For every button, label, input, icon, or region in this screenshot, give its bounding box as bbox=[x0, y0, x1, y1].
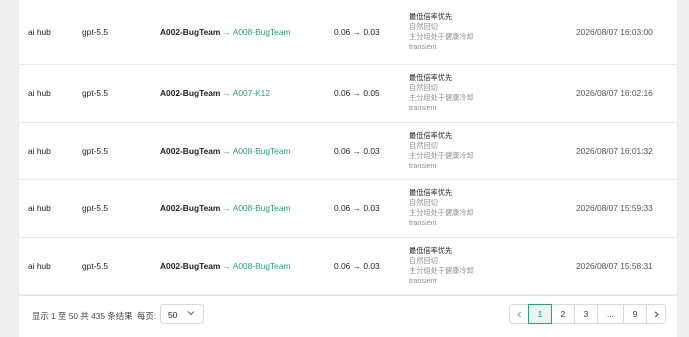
chevron-left-icon bbox=[516, 310, 521, 318]
provider-cell: ai hub bbox=[28, 27, 51, 37]
ratio-cell: 0.06 → 0.03 bbox=[334, 261, 380, 272]
table-row: ai hub gpt-5.5 A002-BugTeam → A008-BugTeam… bbox=[19, 0, 677, 65]
route-arrow: → bbox=[222, 27, 231, 37]
per-page-select[interactable]: 50 bbox=[160, 304, 204, 324]
reason-cell: 最低倍率优先 自然回切 主分组处于健康冷却 transient bbox=[409, 73, 474, 113]
reason-line: 自然回切 bbox=[409, 22, 438, 31]
route-from: A002-BugTeam bbox=[160, 27, 221, 37]
model-cell: gpt-5.5 bbox=[82, 261, 109, 272]
reason-line: transient bbox=[409, 103, 437, 113]
prev-page-button[interactable] bbox=[509, 304, 529, 324]
next-page-button[interactable] bbox=[646, 304, 666, 324]
route-to: A008-BugTeam bbox=[232, 145, 291, 156]
reason-line: 主分组处于健康冷却 bbox=[409, 93, 474, 103]
provider-cell: ai hub bbox=[28, 145, 51, 156]
page-button-2[interactable]: 2 bbox=[551, 304, 575, 324]
route-arrow: → bbox=[222, 145, 231, 156]
page-nav: 1 2 3 ... 9 bbox=[509, 304, 666, 324]
model-cell: gpt-5.5 bbox=[82, 27, 109, 37]
route-to: A008-BugTeam bbox=[232, 27, 291, 37]
route-cell: A002-BugTeam → A007-K12 bbox=[160, 88, 270, 98]
route-from: A002-BugTeam bbox=[160, 203, 221, 214]
route-from: A002-BugTeam bbox=[160, 88, 221, 99]
provider-cell: ai hub bbox=[28, 203, 51, 214]
ratio-cell: 0.06 → 0.03 bbox=[334, 27, 380, 37]
table-row: ai hub gpt-5.5 A002-BugTeam → A008-BugTeam… bbox=[19, 123, 677, 181]
reason-cell: 最低倍率优先 自然回切 主分组处于健康冷却 transient bbox=[409, 12, 474, 52]
provider-cell: ai hub bbox=[28, 261, 51, 272]
reason-line: 最低倍率优先 bbox=[409, 188, 453, 198]
ratio-cell: 0.06 → 0.05 bbox=[334, 88, 380, 99]
page-ellipsis: ... bbox=[597, 304, 624, 324]
chevron-right-icon bbox=[654, 310, 659, 318]
route-to: A008-BugTeam bbox=[232, 203, 291, 214]
route-to: A007-K12 bbox=[232, 88, 270, 99]
reason-line: 主分组处于健康冷却 bbox=[409, 32, 474, 41]
route-arrow: → bbox=[222, 261, 231, 272]
page-button-9[interactable]: 9 bbox=[623, 304, 647, 324]
reason-line: 最低倍率优先 bbox=[409, 246, 453, 256]
time-cell: 2026/08/07 16:01:32 bbox=[576, 145, 653, 156]
time-cell: 2026/08/07 16:03:00 bbox=[576, 27, 653, 37]
reason-line: 最低倍率优先 bbox=[409, 130, 453, 140]
reason-line: 主分组处于健康冷却 bbox=[409, 208, 474, 218]
time-cell: 2026/08/07 15:59:33 bbox=[576, 203, 653, 214]
model-cell: gpt-5.5 bbox=[82, 145, 109, 156]
ratio-cell: 0.06 → 0.03 bbox=[334, 203, 380, 214]
switch-log-panel: ai hub gpt-5.5 A002-BugTeam → A008-BugTeam… bbox=[18, 0, 678, 337]
table-row: ai hub gpt-5.5 A002-BugTeam → A007-K12 0.0… bbox=[19, 65, 677, 123]
per-page-label: 每页: bbox=[137, 311, 157, 321]
reason-line: transient bbox=[409, 218, 437, 228]
table-row: ai hub gpt-5.5 A002-BugTeam → A008-BugTeam… bbox=[19, 238, 677, 296]
route-from: A002-BugTeam bbox=[160, 261, 221, 272]
log-table: ai hub gpt-5.5 A002-BugTeam → A008-BugTeam… bbox=[19, 0, 677, 296]
reason-line: 自然回切 bbox=[409, 140, 438, 150]
reason-line: 主分组处于健康冷却 bbox=[409, 150, 474, 160]
route-arrow: → bbox=[222, 88, 231, 99]
reason-line: transient bbox=[409, 160, 437, 170]
results-summary: 显示 1 至 50 共 435 条结果 bbox=[32, 311, 133, 321]
reason-cell: 最低倍率优先 自然回切 主分组处于健康冷却 transient bbox=[409, 188, 474, 228]
reason-cell: 最低倍率优先 自然回切 主分组处于健康冷却 transient bbox=[409, 131, 474, 171]
chevron-down-icon bbox=[187, 311, 195, 316]
page-button-3[interactable]: 3 bbox=[574, 304, 598, 324]
route-to: A008-BugTeam bbox=[232, 261, 291, 272]
provider-cell: ai hub bbox=[28, 88, 51, 99]
reason-cell: 最低倍率优先 自然回切 主分组处于健康冷却 transient bbox=[409, 246, 474, 286]
reason-line: 最低倍率优先 bbox=[409, 73, 453, 83]
per-page-value: 50 bbox=[168, 310, 178, 320]
pagination-bar: 显示 1 至 50 共 435 条结果 每页: 50 1 2 3 ... 9 bbox=[19, 295, 677, 337]
reason-line: 自然回切 bbox=[409, 256, 438, 266]
route-cell: A002-BugTeam → A008-BugTeam bbox=[160, 146, 290, 156]
reason-line: 最低倍率优先 bbox=[409, 12, 453, 21]
route-cell: A002-BugTeam → A008-BugTeam bbox=[160, 261, 290, 271]
page-button-1[interactable]: 1 bbox=[528, 304, 552, 324]
route-arrow: → bbox=[222, 203, 231, 214]
model-cell: gpt-5.5 bbox=[82, 88, 109, 99]
route-from: A002-BugTeam bbox=[160, 145, 221, 156]
reason-line: 主分组处于健康冷却 bbox=[409, 266, 474, 276]
time-cell: 2026/08/07 16:02:16 bbox=[576, 88, 653, 99]
table-row: ai hub gpt-5.5 A002-BugTeam → A008-BugTeam… bbox=[19, 180, 677, 238]
model-cell: gpt-5.5 bbox=[82, 203, 109, 214]
route-cell: A002-BugTeam → A008-BugTeam bbox=[160, 27, 290, 37]
reason-line: 自然回切 bbox=[409, 83, 438, 93]
reason-line: transient bbox=[409, 42, 437, 51]
time-cell: 2026/08/07 15:58:31 bbox=[576, 261, 653, 272]
reason-line: 自然回切 bbox=[409, 198, 438, 208]
reason-line: transient bbox=[409, 276, 437, 286]
route-cell: A002-BugTeam → A008-BugTeam bbox=[160, 203, 290, 213]
ratio-cell: 0.06 → 0.03 bbox=[334, 145, 380, 156]
